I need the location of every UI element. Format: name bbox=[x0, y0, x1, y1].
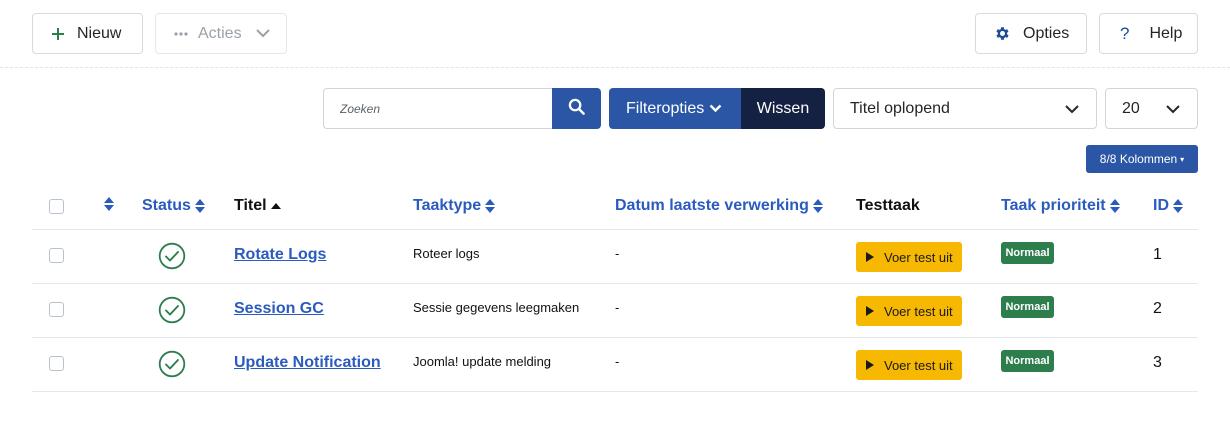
priority-badge: Normaal bbox=[1001, 350, 1054, 372]
status-enabled-icon[interactable] bbox=[158, 350, 186, 383]
sort-icon bbox=[1109, 199, 1120, 213]
search-button[interactable] bbox=[552, 88, 601, 129]
actions-label: Acties bbox=[198, 24, 242, 42]
task-title-link[interactable]: Update Notification bbox=[234, 354, 381, 372]
row-checkbox[interactable] bbox=[49, 302, 64, 317]
search-group bbox=[323, 88, 601, 129]
new-button[interactable]: Nieuw bbox=[32, 13, 143, 54]
title-header-label: Titel bbox=[234, 197, 267, 214]
table-row: Rotate Logs Roteer logs - Voer test uit … bbox=[32, 230, 1198, 284]
status-enabled-icon[interactable] bbox=[158, 296, 186, 329]
tasktype-header[interactable]: Taaktype bbox=[413, 197, 496, 215]
run-test-label: Voer test uit bbox=[884, 303, 953, 319]
sort-ascending-icon bbox=[270, 202, 281, 210]
search-input[interactable] bbox=[323, 88, 552, 129]
priority-header-label: Taak prioriteit bbox=[1001, 197, 1106, 214]
task-type: Sessie gegevens leegmaken bbox=[413, 300, 580, 315]
run-test-button[interactable]: Voer test uit bbox=[856, 350, 962, 380]
row-checkbox[interactable] bbox=[49, 356, 64, 371]
status-header-label: Status bbox=[142, 197, 191, 214]
sort-icon bbox=[485, 199, 496, 213]
last-run-date: - bbox=[615, 246, 620, 261]
task-id: 3 bbox=[1153, 354, 1162, 371]
last-run-date: - bbox=[615, 300, 620, 315]
question-icon: ? bbox=[1120, 23, 1130, 43]
select-all-checkbox[interactable] bbox=[49, 199, 64, 214]
list-limit-value: 20 bbox=[1122, 99, 1140, 117]
task-type: Roteer logs bbox=[413, 246, 480, 261]
sort-icon bbox=[1173, 199, 1183, 213]
clear-button[interactable]: Wissen bbox=[741, 88, 825, 129]
table-row: Update Notification Joomla! update meldi… bbox=[32, 338, 1198, 392]
chevron-down-icon bbox=[709, 104, 722, 113]
last-run-header-label: Datum laatste verwerking bbox=[615, 197, 809, 214]
help-label: Help bbox=[1149, 24, 1183, 42]
options-label: Opties bbox=[1023, 24, 1070, 42]
table-header: Status Titel Taaktype Datum laatste verw… bbox=[32, 182, 1198, 230]
run-test-label: Voer test uit bbox=[884, 249, 953, 265]
id-header[interactable]: ID bbox=[1153, 197, 1183, 215]
last-run-date: - bbox=[615, 354, 620, 369]
columns-button[interactable]: 8/8 Kolommen ▾ bbox=[1086, 145, 1198, 173]
status-header[interactable]: Status bbox=[142, 197, 205, 215]
last-run-header[interactable]: Datum laatste verwerking bbox=[615, 197, 823, 215]
id-header-label: ID bbox=[1153, 197, 1169, 214]
task-id: 2 bbox=[1153, 300, 1162, 317]
play-icon bbox=[866, 360, 874, 370]
tasktype-header-label: Taaktype bbox=[413, 197, 482, 214]
gear-icon bbox=[994, 25, 1011, 42]
sort-ordering-header[interactable] bbox=[100, 197, 114, 211]
task-type: Joomla! update melding bbox=[413, 354, 552, 369]
run-test-label: Voer test uit bbox=[884, 357, 953, 373]
sort-icon bbox=[812, 199, 823, 213]
sort-order-value: Titel oplopend bbox=[850, 99, 950, 117]
task-title-link[interactable]: Session GC bbox=[234, 300, 324, 318]
help-button[interactable]: ? Help bbox=[1099, 13, 1198, 54]
play-icon bbox=[866, 306, 874, 316]
run-test-button[interactable]: Voer test uit bbox=[856, 296, 962, 326]
play-icon bbox=[866, 252, 874, 262]
table-row: Session GC Sessie gegevens leegmaken - V… bbox=[32, 284, 1198, 338]
task-id: 1 bbox=[1153, 246, 1162, 263]
status-enabled-icon[interactable] bbox=[158, 242, 186, 275]
priority-badge: Normaal bbox=[1001, 296, 1054, 318]
columns-label: 8/8 Kolommen bbox=[1099, 152, 1178, 166]
sort-order-select[interactable]: Titel oplopend bbox=[833, 88, 1097, 129]
ellipsis-icon bbox=[174, 31, 188, 36]
priority-header[interactable]: Taak prioriteit bbox=[1001, 197, 1120, 215]
chevron-down-icon bbox=[1064, 101, 1080, 117]
chevron-down-icon bbox=[255, 29, 270, 38]
list-limit-select[interactable]: 20 bbox=[1105, 88, 1198, 129]
chevron-down-icon bbox=[1165, 101, 1181, 117]
sort-icon bbox=[194, 199, 205, 213]
sort-icon bbox=[104, 197, 114, 211]
actions-dropdown[interactable]: Acties bbox=[155, 13, 287, 54]
options-button[interactable]: Opties bbox=[975, 13, 1087, 54]
row-checkbox[interactable] bbox=[49, 248, 64, 263]
run-test-button[interactable]: Voer test uit bbox=[856, 242, 962, 272]
toolbar: Nieuw Acties Opties ? Help bbox=[0, 0, 1230, 68]
search-icon bbox=[568, 98, 585, 120]
filter-options-button[interactable]: Filteropties bbox=[609, 88, 741, 129]
priority-badge: Normaal bbox=[1001, 242, 1054, 264]
plus-icon bbox=[51, 27, 65, 41]
title-header[interactable]: Titel bbox=[234, 197, 281, 215]
test-header: Testtaak bbox=[856, 197, 920, 214]
caret-down-icon: ▾ bbox=[1180, 154, 1185, 164]
filter-options-label: Filteropties bbox=[626, 99, 705, 117]
task-title-link[interactable]: Rotate Logs bbox=[234, 246, 326, 264]
new-button-label: Nieuw bbox=[77, 24, 122, 42]
